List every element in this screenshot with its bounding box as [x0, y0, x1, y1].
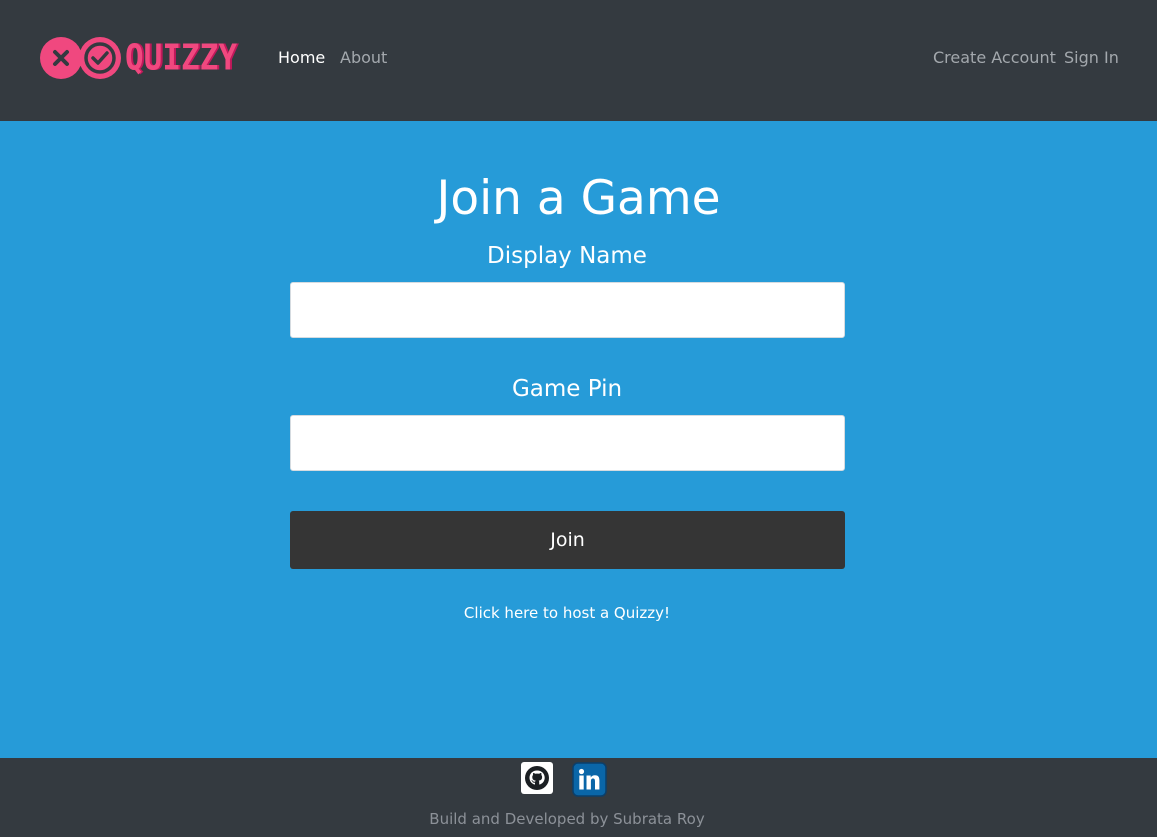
game-pin-label: Game Pin: [511, 376, 623, 402]
nav-home-link[interactable]: Home: [278, 46, 325, 70]
github-icon[interactable]: [521, 762, 553, 794]
footer-credit: Build and Developed by Subrata Roy: [429, 810, 705, 828]
host-quizzy-link[interactable]: Click here to host a Quizzy!: [0, 602, 1134, 624]
game-pin-input[interactable]: [290, 415, 845, 471]
navbar: QUIZZY Home About Create Account Sign In: [0, 0, 1157, 121]
logo-wordmark: QUIZZY: [125, 37, 237, 79]
nav-about-link[interactable]: About: [340, 46, 387, 70]
linkedin-icon[interactable]: [572, 762, 607, 797]
close-icon: [40, 37, 82, 79]
check-icon: [79, 37, 121, 79]
nav-create-account-link[interactable]: Create Account: [933, 46, 1056, 70]
page-title: Join a Game: [436, 171, 721, 226]
join-button[interactable]: Join: [290, 511, 845, 569]
footer: Build and Developed by Subrata Roy: [0, 758, 1157, 837]
quizzy-logo[interactable]: QUIZZY: [40, 36, 237, 80]
display-name-input[interactable]: [290, 282, 845, 338]
nav-sign-in-link[interactable]: Sign In: [1064, 46, 1119, 70]
display-name-label: Display Name: [487, 243, 647, 269]
